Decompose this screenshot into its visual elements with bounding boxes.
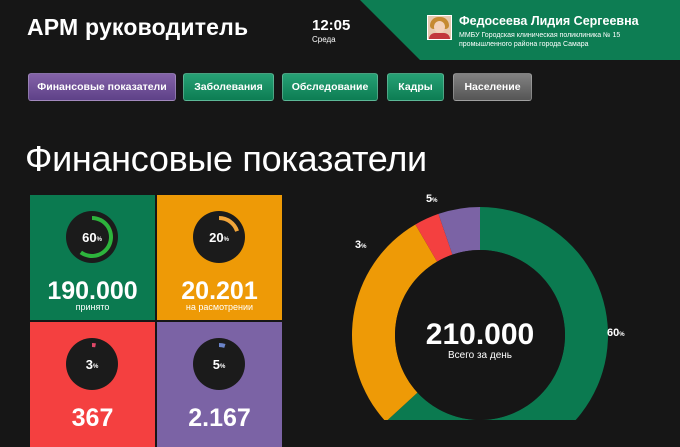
donut-total-caption: Всего за день <box>447 350 513 361</box>
tab-finance[interactable]: Финансовые показатели <box>28 73 176 101</box>
tile-caption: принято <box>75 302 110 312</box>
donut-label-60: 60% <box>607 327 625 339</box>
user-name[interactable]: Федосеева Лидия Сергеевна <box>459 14 639 28</box>
tile-value: 367 <box>71 404 114 432</box>
tile-accepted[interactable]: 60% 190.000 принято <box>30 195 155 320</box>
app-title: АРМ руководитель <box>27 14 249 40</box>
user-organization: ММБУ Городская клиническая поликлиника №… <box>459 32 621 48</box>
donut-label-5: 5% <box>426 193 438 205</box>
tile-value: 2.167 <box>188 404 251 432</box>
tile-percent: 20% <box>209 229 229 245</box>
tab-diseases[interactable]: Заболевания <box>183 73 274 101</box>
tile-other[interactable]: 5% 2.167 <box>157 322 282 447</box>
clock-time: 12:05 <box>312 17 351 34</box>
page-title: Финансовые показатели <box>25 138 427 179</box>
tile-rejected[interactable]: 3% 367 <box>30 322 155 447</box>
tile-review[interactable]: 20% 20.201 на расмотрении <box>157 195 282 320</box>
donut-total: 210.000 <box>425 318 535 351</box>
tab-examination[interactable]: Обследование <box>282 73 378 101</box>
donut-chart <box>352 207 608 420</box>
tile-percent: 60% <box>82 229 102 245</box>
tab-staff[interactable]: Кадры <box>387 73 444 101</box>
tab-population[interactable]: Население <box>453 73 532 101</box>
clock-day: Среда <box>312 35 336 44</box>
user-avatar[interactable] <box>427 15 452 40</box>
clock: 12:05 Среда <box>312 17 351 45</box>
donut-label-3: 3% <box>355 239 367 251</box>
tile-caption: на расмотрении <box>185 302 254 312</box>
tile-percent: 3% <box>85 356 99 372</box>
tile-percent: 5% <box>212 356 226 372</box>
